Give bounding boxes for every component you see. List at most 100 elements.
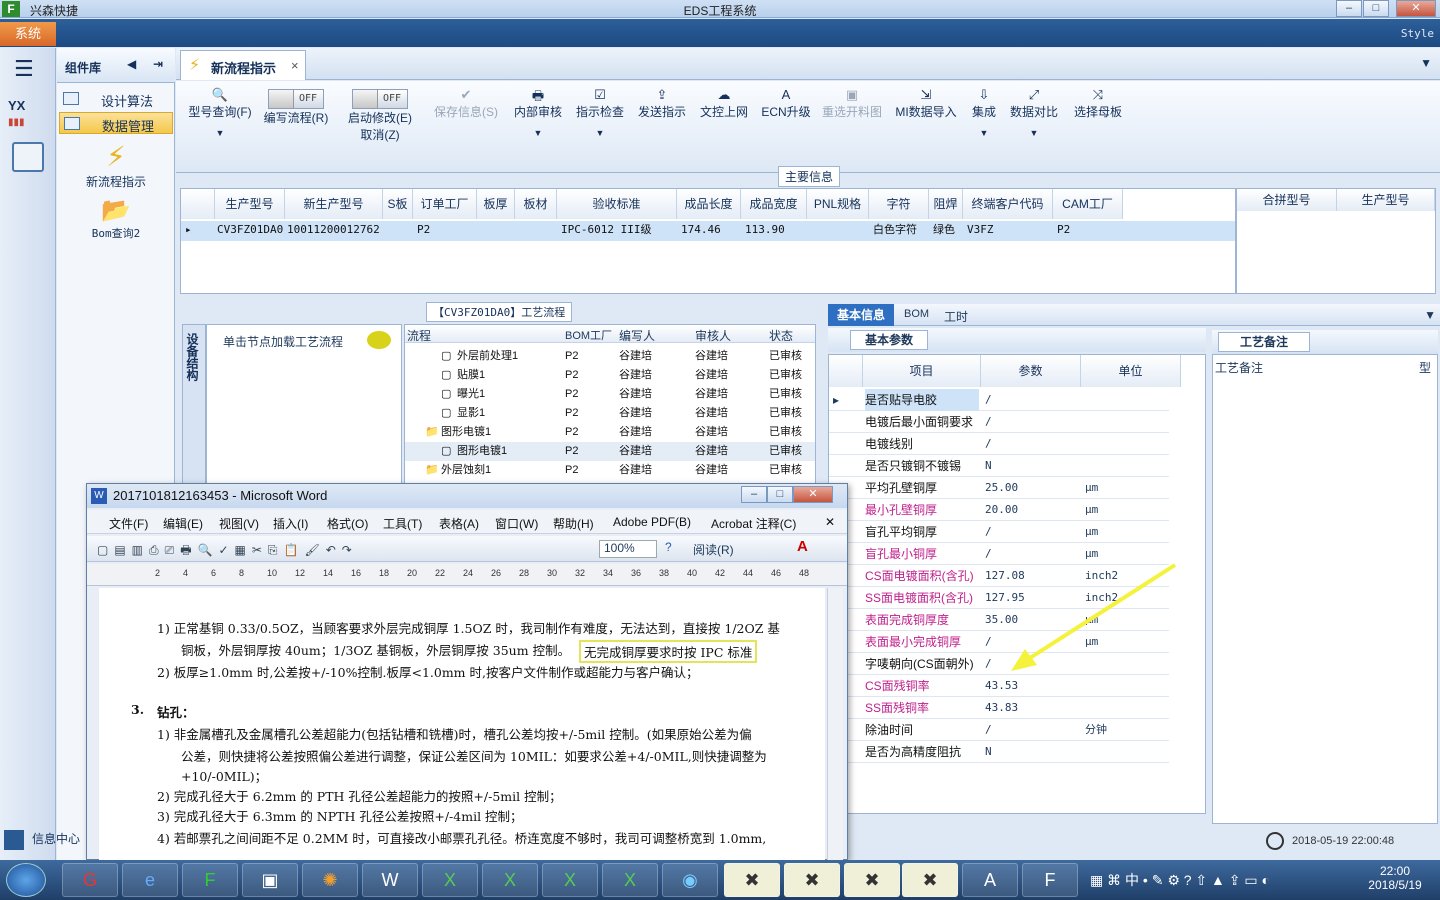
off-toggle[interactable]: OFF — [268, 89, 324, 109]
column-header[interactable]: 型 — [1419, 359, 1431, 376]
start-button[interactable] — [6, 863, 46, 897]
column-header[interactable]: 流程 — [407, 327, 431, 344]
taskbar-excel-icon[interactable]: X — [482, 863, 538, 897]
column-header[interactable]: 参数 — [981, 355, 1081, 387]
model-query-button[interactable]: 🔍 型号查询(F) ▼ — [184, 87, 256, 138]
column-header[interactable]: 合拼型号 — [1237, 189, 1337, 211]
taskbar-app-f2[interactable]: F — [1022, 863, 1078, 897]
column-header[interactable]: 终端客户代码 — [963, 189, 1053, 219]
param-value[interactable]: / — [985, 411, 992, 433]
param-value[interactable]: 25.00 — [985, 477, 1018, 499]
cell-cam-factory[interactable]: P2 — [1057, 221, 1070, 239]
doc-control-online-button[interactable]: ☁ 文控上网 — [696, 87, 752, 120]
param-value[interactable]: 43.53 — [985, 675, 1018, 697]
taskbar-word-icon[interactable]: W — [362, 863, 418, 897]
cell-order-factory[interactable]: P2 — [417, 221, 430, 239]
new-flow-instruction-button[interactable]: ⚡ 新流程指示 — [57, 140, 175, 190]
taskbar-app-a[interactable]: A — [962, 863, 1018, 897]
read-mode-button[interactable]: 阅读(R) — [693, 541, 734, 558]
param-row[interactable]: 是否为高精度阻抗 N — [829, 741, 1169, 763]
word-menu-item[interactable]: 帮助(H) — [553, 515, 594, 532]
pin-icon[interactable]: ⇥ — [153, 57, 163, 71]
param-value[interactable]: / — [985, 719, 992, 741]
param-row[interactable]: 除油时间 / 分钟 — [829, 719, 1169, 741]
reselect-cut-drawing-button[interactable]: ▣ 重选开料图 — [818, 87, 886, 120]
param-row[interactable]: ▸ 是否贴导电胶 / — [829, 389, 1169, 411]
chevron-down-icon[interactable]: ▼ — [1420, 56, 1432, 70]
column-header[interactable]: 工艺备注 — [1215, 359, 1263, 376]
taskbar-shell-icon[interactable]: ✺ — [302, 863, 358, 897]
column-header[interactable]: 板材 — [515, 189, 557, 219]
mi-data-import-button[interactable]: ⇲ MI数据导入 — [892, 87, 960, 120]
param-value[interactable]: N — [985, 741, 992, 763]
param-value[interactable]: 20.00 — [985, 499, 1018, 521]
word-menu-item[interactable]: Adobe PDF(B) — [613, 515, 691, 529]
close-doc-icon[interactable]: ✕ — [825, 515, 835, 529]
column-header[interactable]: 项目 — [863, 355, 981, 387]
taskbar-app-x[interactable]: ✖ — [724, 863, 780, 897]
word-menu-item[interactable]: 格式(O) — [327, 515, 368, 532]
cell-new-production-model[interactable]: 10011200012762 — [287, 221, 380, 239]
cell-solder-mask[interactable]: 绿色 — [933, 221, 955, 239]
column-header[interactable]: PNL规格 — [807, 189, 869, 219]
param-row[interactable]: 最小孔壁铜厚 20.00 μm — [829, 499, 1169, 521]
tab-new-flow-instruction[interactable]: ⚡ 新流程指示 × — [180, 50, 306, 80]
hamburger-menu-icon[interactable]: ☰ — [14, 56, 34, 82]
word-vertical-scrollbar[interactable] — [827, 588, 843, 860]
taskbar-app-x[interactable]: ✖ — [902, 863, 958, 897]
taskbar-ie-icon[interactable]: e — [122, 863, 178, 897]
column-header[interactable]: 板厚 — [477, 189, 515, 219]
ecn-upgrade-button[interactable]: A ECN升级 — [758, 87, 814, 120]
column-header[interactable]: 状态 — [769, 327, 793, 344]
calculator-icon[interactable] — [12, 142, 44, 172]
equipment-structure-side-tab[interactable]: 设备结构 — [182, 324, 206, 484]
param-value[interactable]: / — [985, 653, 992, 675]
taskbar-app-f[interactable]: F — [182, 863, 238, 897]
tray-icons[interactable]: ▦ ⌘ 中 • ✎ ⚙ ? ⇧ ▲ ⇪ ▭ ◐ — [1090, 870, 1270, 890]
send-instruction-button[interactable]: ⇪ 发送指示 — [634, 87, 690, 120]
column-header[interactable]: 订单工厂 — [413, 189, 477, 219]
subtab-basic-params[interactable]: 基本参数 — [850, 330, 928, 350]
taskbar-app-x[interactable]: ✖ — [844, 863, 900, 897]
style-label[interactable]: Style — [1401, 27, 1434, 40]
column-header[interactable]: 新生产型号 — [285, 189, 383, 219]
param-row[interactable]: CS面残铜率 43.53 — [829, 675, 1169, 697]
write-flow-toggle[interactable]: OFF 编写流程(R) — [260, 89, 332, 126]
font-color-icon[interactable]: A — [797, 538, 808, 555]
instruction-check-button[interactable]: ☑ 指示检查 ▼ — [572, 87, 628, 138]
cell-character[interactable]: 白色字符 — [873, 221, 917, 239]
param-value[interactable]: / — [985, 389, 992, 411]
tab-process-notes[interactable]: 工艺备注 — [1218, 332, 1310, 352]
cell-acceptance-standard[interactable]: IPC-6012 III级 — [561, 221, 651, 239]
param-row[interactable]: 电镀后最小面铜要求 / — [829, 411, 1169, 433]
word-maximize-button[interactable]: □ — [767, 486, 793, 503]
column-header[interactable]: 成品宽度 — [741, 189, 807, 219]
taskbar-app-x[interactable]: ✖ — [784, 863, 840, 897]
param-row[interactable]: SS面残铜率 43.83 — [829, 697, 1169, 719]
table-row-selected[interactable]: ▸ CV3FZ01DA0 10011200012762 P2 IPC-6012 … — [181, 221, 1235, 241]
column-header[interactable]: 验收标准 — [557, 189, 677, 219]
ime-indicator[interactable]: 中 — [1125, 872, 1139, 888]
word-menu-item[interactable]: 工具(T) — [383, 515, 422, 532]
cell-length[interactable]: 174.46 — [681, 221, 721, 239]
minimize-button[interactable]: – — [1336, 0, 1362, 17]
tab-work-hours[interactable]: 工时 — [944, 308, 968, 325]
word-document[interactable]: 1) 正常基铜 0.33/0.5OZ，当顾客要求外层完成铜厚 1.5OZ 时，我… — [99, 588, 825, 860]
taskbar-app-g[interactable]: G — [62, 863, 118, 897]
param-value[interactable]: / — [985, 543, 992, 565]
word-close-button[interactable]: ✕ — [793, 486, 833, 503]
tray-clock[interactable]: 22:00 2018/5/19 — [1360, 864, 1430, 892]
close-button[interactable]: ✕ — [1396, 0, 1436, 17]
column-header[interactable]: 生产型号 — [215, 189, 285, 219]
param-value[interactable]: 43.83 — [985, 697, 1018, 719]
tree-row[interactable]: ▢ 图形电镀1 P2 谷建培 谷建培 已审核 — [405, 442, 815, 461]
start-modify-toggle[interactable]: OFF 启动修改(E) 取消(Z) — [344, 89, 416, 143]
param-row[interactable]: 平均孔壁铜厚 25.00 μm — [829, 477, 1169, 499]
tree-row[interactable]: ▢ 外层前处理1 P2 谷建培 谷建培 已审核 — [405, 347, 815, 366]
info-center[interactable]: 信息中心 — [4, 830, 86, 856]
internal-review-button[interactable]: 🖶 内部审核 ▼ — [510, 87, 566, 138]
param-value[interactable]: / — [985, 521, 992, 543]
word-menu-item[interactable]: 窗口(W) — [495, 515, 538, 532]
column-header[interactable]: BOM工厂 — [565, 327, 612, 343]
chevron-down-icon[interactable]: ▼ — [1424, 308, 1436, 322]
